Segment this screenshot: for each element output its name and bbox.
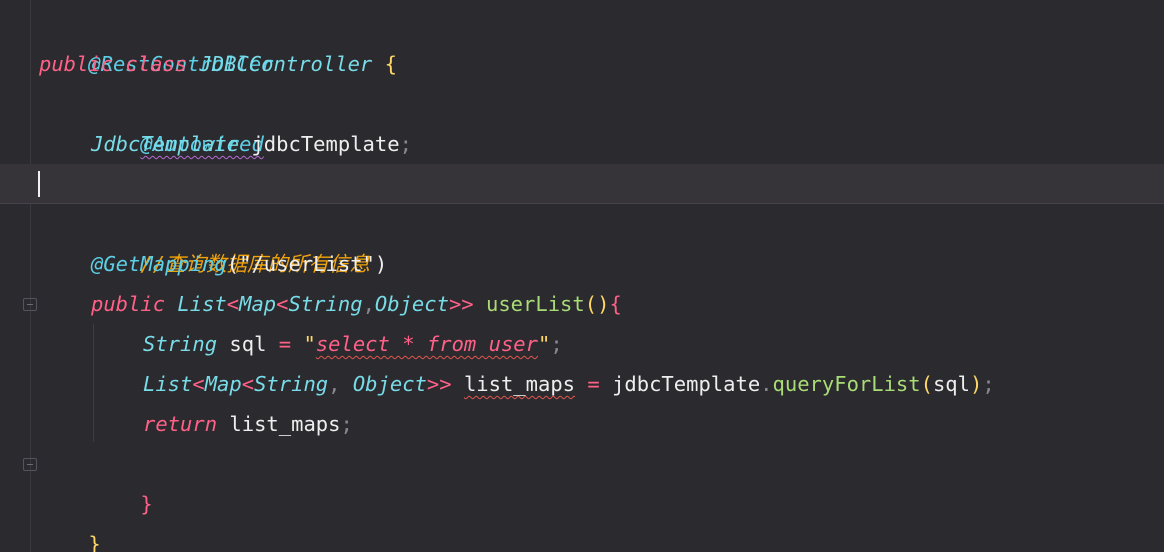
code-line-6[interactable]: //查询数据库的所有信息 — [91, 204, 370, 276]
generic-open: < — [226, 292, 240, 316]
assign-op: = — [587, 372, 600, 396]
generic-close: >> — [448, 292, 474, 316]
code-line-3[interactable]: @Autowired — [91, 84, 263, 156]
var-list-maps: list_maps — [463, 372, 576, 396]
var-list-maps: list_maps — [229, 412, 341, 436]
quote-open: " — [303, 332, 316, 356]
keyword-public: public — [39, 52, 114, 76]
code-line-1[interactable]: @RestController — [39, 4, 273, 76]
method-call: queryForList — [772, 372, 921, 396]
close-paren: ) — [374, 252, 388, 276]
type-list: List — [177, 292, 227, 316]
var-sql: sql — [229, 332, 267, 356]
type-list: List — [143, 372, 193, 396]
mapping-path: "/userList" — [239, 252, 375, 276]
semicolon: ; — [399, 132, 412, 156]
type-object: Object — [352, 372, 427, 396]
current-line-highlight — [0, 164, 1164, 204]
generic-open: < — [241, 372, 255, 396]
code-line-8[interactable]: public List<Map<String,Object>> userList… — [91, 284, 622, 324]
close-brace: } — [140, 492, 153, 516]
keyword-return: return — [143, 412, 218, 436]
open-brace: { — [384, 52, 397, 76]
annotation-get-mapping: @GetMapping — [91, 252, 227, 276]
type-object: Object — [374, 292, 449, 316]
close-brace: } — [88, 532, 101, 552]
fold-open-icon[interactable] — [23, 298, 37, 311]
dot: . — [760, 372, 773, 396]
generic-open: < — [276, 292, 289, 316]
object-ref: jdbcTemplate — [612, 372, 761, 396]
assign-op: = — [278, 332, 292, 356]
type-jdbc-template: JdbcTemplate — [91, 132, 240, 156]
code-line-9[interactable]: String sql = "select * from user"; — [143, 324, 563, 364]
code-line-13[interactable]: } — [39, 484, 100, 552]
type-string: String — [288, 292, 363, 316]
code-line-11[interactable]: return list_maps; — [143, 404, 353, 444]
comma: , — [328, 372, 341, 396]
close-paren: ) — [970, 372, 983, 396]
comma: , — [362, 292, 375, 316]
open-paren: ( — [920, 372, 933, 396]
type-string: String — [143, 332, 218, 356]
code-line-10[interactable]: List<Map<String, Object>> list_maps = jd… — [143, 364, 995, 404]
code-line-2[interactable]: public class JDBCController { — [39, 44, 397, 84]
code-line-7[interactable]: @GetMapping("/userList") — [91, 244, 387, 284]
type-string: String — [254, 372, 329, 396]
field-name: jdbcTemplate — [251, 132, 400, 156]
semicolon: ; — [340, 412, 353, 436]
keyword-public: public — [91, 292, 166, 316]
type-map: Map — [239, 292, 277, 316]
code-editor[interactable]: @RestController public class JDBCControl… — [0, 0, 1164, 552]
method-name: userList — [486, 292, 585, 316]
open-paren: ( — [226, 252, 240, 276]
quote-close: " — [537, 332, 551, 356]
semicolon: ; — [982, 372, 995, 396]
class-name: JDBCController — [199, 52, 373, 76]
code-line-4[interactable]: JdbcTemplate jdbcTemplate; — [91, 124, 412, 164]
keyword-class: class — [125, 52, 188, 76]
indent-guide — [93, 324, 94, 442]
fold-close-icon[interactable] — [23, 458, 37, 471]
type-map: Map — [204, 372, 242, 396]
open-brace: { — [609, 292, 622, 316]
generic-open: < — [192, 372, 205, 396]
sql-string: select * from user — [315, 332, 538, 356]
parens: () — [584, 292, 610, 316]
semicolon: ; — [550, 332, 563, 356]
code-line-12[interactable]: } — [91, 444, 152, 516]
arg-sql: sql — [932, 372, 970, 396]
generic-close: >> — [426, 372, 452, 396]
text-caret — [38, 171, 40, 197]
